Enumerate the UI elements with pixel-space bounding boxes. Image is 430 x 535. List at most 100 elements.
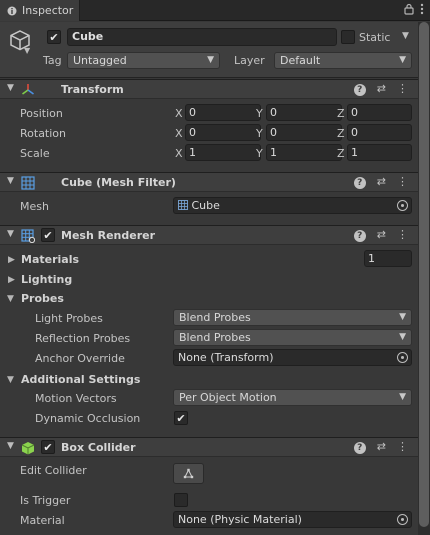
light-probes-dropdown[interactable]: Blend Probes ▼ bbox=[173, 309, 412, 326]
axis-y-label[interactable]: Y bbox=[256, 147, 263, 160]
mesh-label: Mesh bbox=[20, 200, 49, 213]
motion-vectors-label: Motion Vectors bbox=[35, 392, 117, 405]
axis-z-label[interactable]: Z bbox=[337, 107, 345, 120]
fold-arrow-icon[interactable]: ▼ bbox=[7, 176, 14, 186]
info-icon bbox=[7, 6, 17, 15]
fold-arrow-icon[interactable]: ▼ bbox=[7, 294, 14, 304]
rotation-y-field[interactable]: 0 bbox=[266, 124, 342, 141]
kebab-menu-icon[interactable] bbox=[420, 3, 424, 15]
chevron-down-icon: ▼ bbox=[399, 392, 406, 402]
dynamic-occlusion-checkbox[interactable]: ✔ bbox=[174, 411, 188, 425]
scale-x-field[interactable]: 1 bbox=[185, 144, 261, 161]
fold-arrow-icon[interactable]: ▼ bbox=[7, 83, 14, 93]
box-collider-icon bbox=[21, 442, 35, 455]
kebab-menu-icon[interactable]: ⋮ bbox=[397, 175, 408, 189]
additional-settings-label[interactable]: Additional Settings bbox=[21, 373, 140, 386]
scale-y-field[interactable]: 1 bbox=[266, 144, 342, 161]
rotation-z-field[interactable]: 0 bbox=[347, 124, 412, 141]
fold-arrow-icon[interactable]: ▶ bbox=[8, 275, 15, 285]
layer-label: Layer bbox=[234, 54, 265, 67]
mesh-filter-header[interactable]: ▼ Cube (Mesh Filter) ? ⇄ ⋮ bbox=[0, 172, 418, 192]
fold-arrow-icon[interactable]: ▼ bbox=[7, 229, 14, 239]
object-picker-icon[interactable] bbox=[397, 200, 408, 211]
presets-icon[interactable]: ⇄ bbox=[377, 228, 386, 242]
static-checkbox[interactable] bbox=[341, 30, 355, 44]
help-icon[interactable]: ? bbox=[353, 230, 366, 242]
transform-icon bbox=[22, 84, 34, 95]
presets-icon[interactable]: ⇄ bbox=[377, 440, 386, 454]
axis-x-label[interactable]: X bbox=[175, 107, 183, 120]
box-collider-enabled-checkbox[interactable]: ✔ bbox=[41, 440, 55, 454]
probes-label[interactable]: Probes bbox=[21, 292, 64, 305]
axis-x-label[interactable]: X bbox=[175, 127, 183, 140]
scale-z-field[interactable]: 1 bbox=[347, 144, 412, 161]
mesh-grid-icon bbox=[178, 200, 188, 210]
mesh-object-field[interactable]: Cube bbox=[173, 197, 412, 214]
object-picker-icon[interactable] bbox=[397, 352, 408, 363]
kebab-menu-icon[interactable]: ⋮ bbox=[397, 440, 408, 454]
physic-material-field[interactable]: None (Physic Material) bbox=[173, 511, 412, 528]
anchor-override-label: Anchor Override bbox=[35, 352, 125, 365]
axis-y-label[interactable]: Y bbox=[256, 127, 263, 140]
light-probes-value: Blend Probes bbox=[179, 311, 251, 324]
gameobject-active-checkbox[interactable]: ✔ bbox=[47, 30, 61, 44]
dynamic-occlusion-label: Dynamic Occlusion bbox=[35, 412, 141, 425]
fold-arrow-icon[interactable]: ▼ bbox=[7, 375, 14, 385]
static-dropdown-icon[interactable]: ▼ bbox=[402, 31, 409, 41]
lighting-label[interactable]: Lighting bbox=[21, 273, 72, 286]
edit-collider-button[interactable] bbox=[173, 463, 204, 484]
axis-y-label[interactable]: Y bbox=[256, 107, 263, 120]
mesh-renderer-header[interactable]: ▼ ✔ Mesh Renderer ? ⇄ ⋮ bbox=[0, 225, 418, 245]
object-picker-icon[interactable] bbox=[397, 514, 408, 525]
reflection-probes-dropdown[interactable]: Blend Probes ▼ bbox=[173, 329, 412, 346]
chevron-down-icon: ▼ bbox=[207, 55, 214, 65]
mesh-grid-icon bbox=[21, 176, 35, 190]
material-label: Material bbox=[20, 514, 65, 527]
is-trigger-label: Is Trigger bbox=[20, 494, 71, 507]
help-icon[interactable]: ? bbox=[353, 84, 366, 96]
static-label: Static bbox=[359, 31, 391, 44]
presets-icon[interactable]: ⇄ bbox=[377, 82, 386, 96]
transform-header[interactable]: ▼ Transform ? ⇄ ⋮ bbox=[0, 79, 418, 99]
anchor-override-field[interactable]: None (Transform) bbox=[173, 349, 412, 366]
edit-collider-label: Edit Collider bbox=[20, 464, 87, 477]
scrollbar-thumb[interactable] bbox=[419, 22, 429, 527]
lock-icon[interactable] bbox=[404, 3, 414, 15]
chevron-down-icon: ▼ bbox=[399, 312, 406, 322]
chevron-down-icon: ▼ bbox=[399, 332, 406, 342]
position-x-field[interactable]: 0 bbox=[185, 104, 261, 121]
inspector-tab[interactable]: Inspector bbox=[0, 0, 80, 21]
chevron-down-icon[interactable]: ▼ bbox=[24, 46, 30, 55]
box-collider-title: Box Collider bbox=[61, 441, 136, 454]
axis-z-label[interactable]: Z bbox=[337, 147, 345, 160]
gameobject-name-field[interactable]: Cube bbox=[67, 28, 337, 46]
layer-dropdown[interactable]: Default ▼ bbox=[274, 52, 412, 69]
kebab-menu-icon[interactable]: ⋮ bbox=[397, 82, 408, 96]
rotation-x-field[interactable]: 0 bbox=[185, 124, 261, 141]
presets-icon[interactable]: ⇄ bbox=[377, 175, 386, 189]
fold-arrow-icon[interactable]: ▼ bbox=[7, 441, 14, 451]
materials-label[interactable]: Materials bbox=[21, 253, 79, 266]
tag-label: Tag bbox=[43, 54, 62, 67]
tag-dropdown[interactable]: Untagged ▼ bbox=[67, 52, 220, 69]
position-y-field[interactable]: 0 bbox=[266, 104, 342, 121]
inspector-tab-label: Inspector bbox=[22, 4, 74, 17]
help-icon[interactable]: ? bbox=[353, 177, 366, 189]
motion-vectors-dropdown[interactable]: Per Object Motion ▼ bbox=[173, 389, 412, 406]
light-probes-label: Light Probes bbox=[35, 312, 103, 325]
axis-z-label[interactable]: Z bbox=[337, 127, 345, 140]
mesh-renderer-enabled-checkbox[interactable]: ✔ bbox=[41, 228, 55, 242]
reflection-probes-label: Reflection Probes bbox=[35, 332, 131, 345]
is-trigger-checkbox[interactable] bbox=[174, 493, 188, 507]
rotation-label: Rotation bbox=[20, 127, 67, 140]
axis-x-label[interactable]: X bbox=[175, 147, 183, 160]
anchor-override-value: None (Transform) bbox=[178, 351, 274, 364]
gameobject-header: ▼ ✔ Cube Static ▼ Tag Untagged ▼ Layer D… bbox=[0, 22, 418, 78]
kebab-menu-icon[interactable]: ⋮ bbox=[397, 228, 408, 242]
fold-arrow-icon[interactable]: ▶ bbox=[8, 255, 15, 265]
materials-count-field[interactable]: 1 bbox=[364, 250, 412, 267]
position-z-field[interactable]: 0 bbox=[347, 104, 412, 121]
mesh-value: Cube bbox=[191, 199, 220, 212]
box-collider-header[interactable]: ▼ ✔ Box Collider ? ⇄ ⋮ bbox=[0, 437, 418, 457]
help-icon[interactable]: ? bbox=[353, 442, 366, 454]
